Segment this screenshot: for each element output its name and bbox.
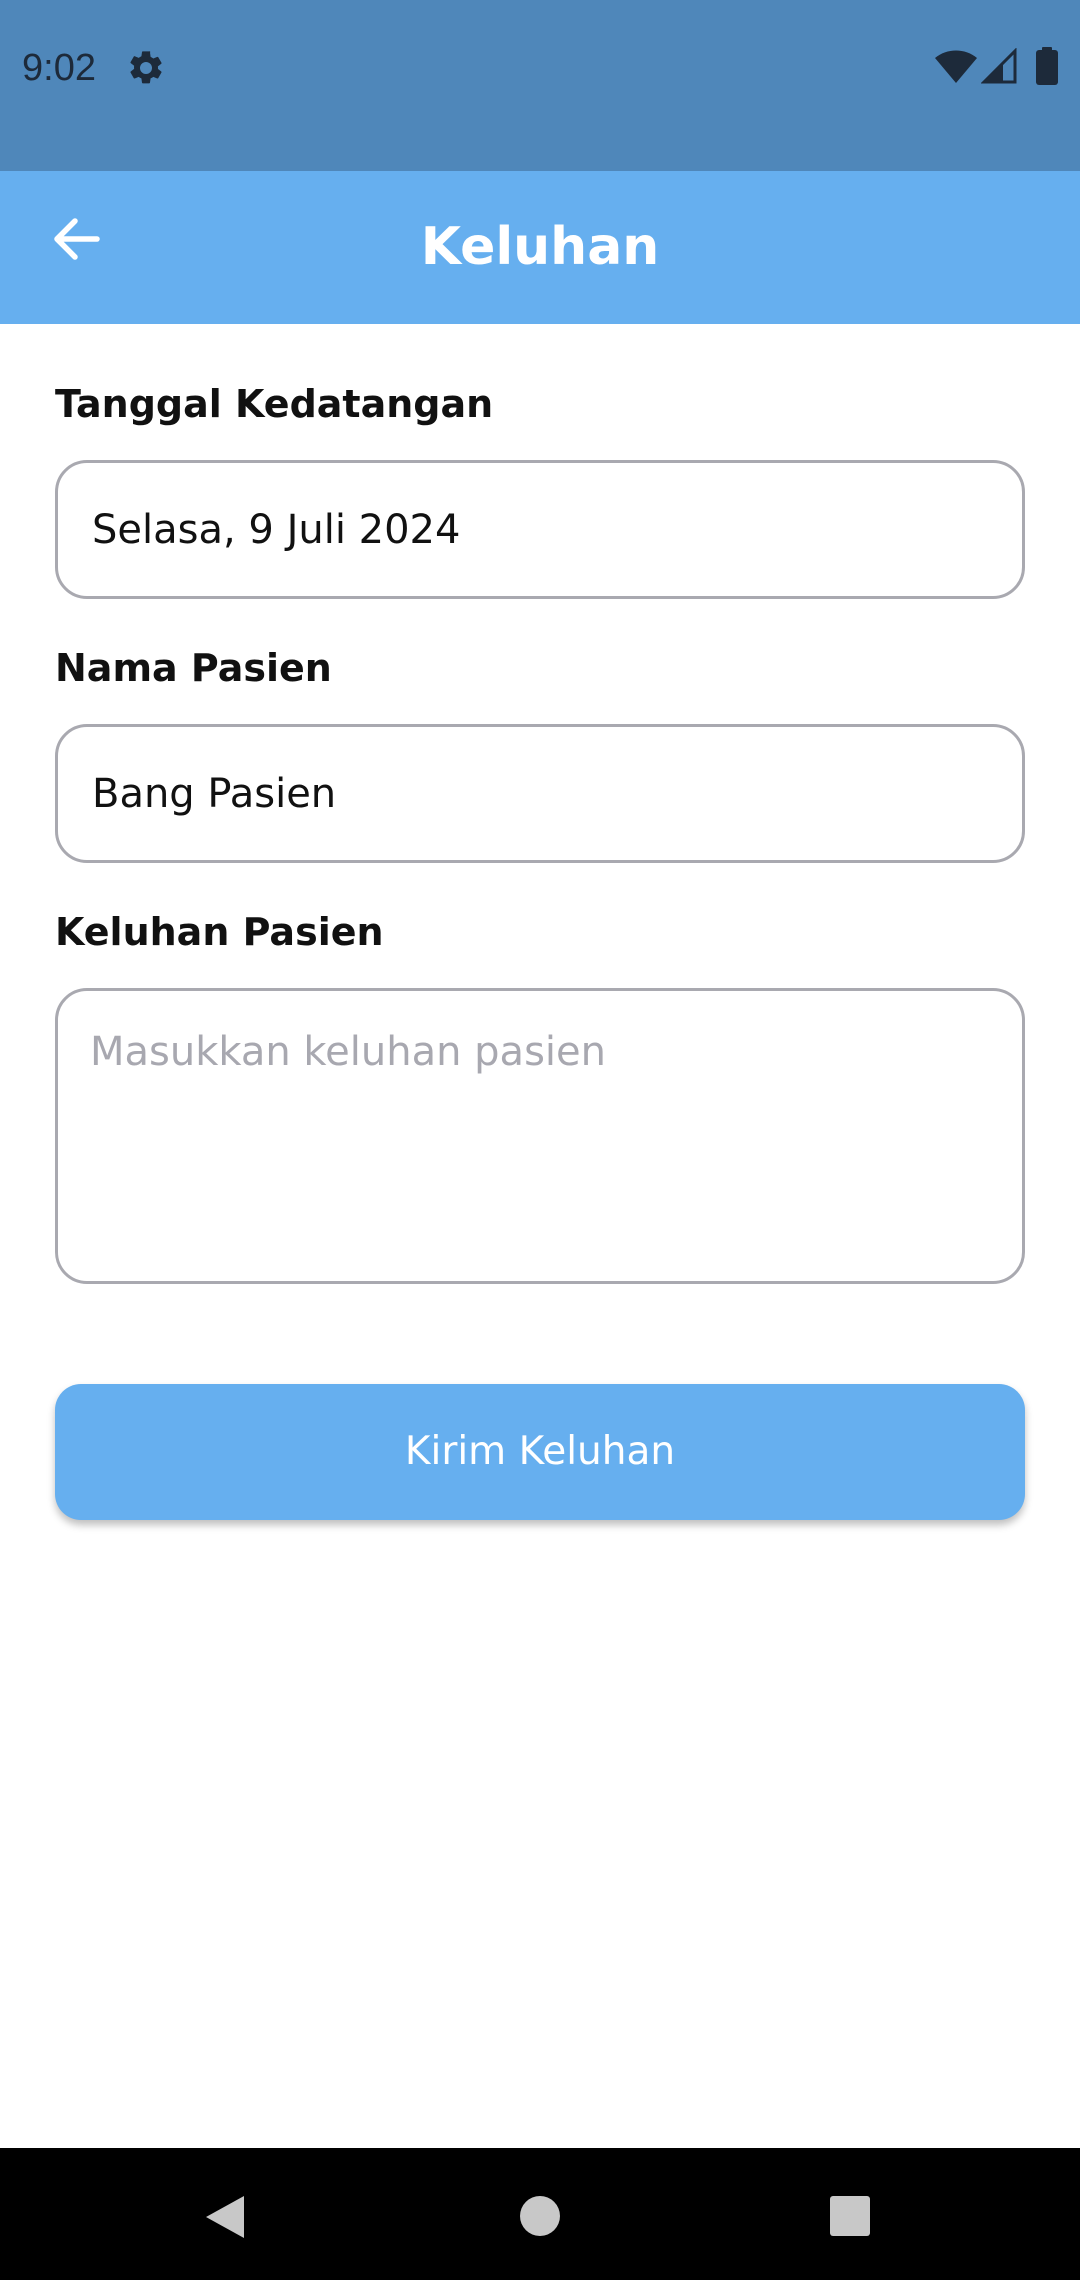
nav-recents-icon[interactable]: [829, 2195, 871, 2237]
back-button[interactable]: [44, 207, 108, 271]
arrival-date-value: Selasa, 9 Juli 2024: [92, 507, 461, 553]
arrow-left-icon: [54, 218, 100, 260]
status-bar: 9:02: [0, 0, 1080, 171]
screen: 9:02 Keluhan Tanggal Kedatangan Selasa, …: [0, 0, 1080, 2280]
status-time: 9:02: [22, 47, 96, 89]
wifi-icon: [935, 50, 977, 83]
complaint-placeholder: Masukkan keluhan pasien: [90, 1029, 606, 1075]
patient-name-field[interactable]: Bang Pasien: [55, 724, 1025, 863]
nav-back-icon[interactable]: [204, 2194, 248, 2240]
gear-icon: [130, 51, 162, 84]
signal-icon: [981, 48, 1017, 84]
page-title: Keluhan: [420, 217, 660, 277]
patient-name-label: Nama Pasien: [55, 646, 332, 690]
complaint-label: Keluhan Pasien: [55, 910, 384, 954]
complaint-textarea[interactable]: Masukkan keluhan pasien: [55, 988, 1025, 1284]
app-bar: Keluhan: [0, 171, 1080, 324]
patient-name-value: Bang Pasien: [92, 771, 337, 817]
nav-home-icon[interactable]: [518, 2194, 562, 2238]
navigation-bar: [0, 2148, 1080, 2280]
arrival-date-label: Tanggal Kedatangan: [55, 382, 494, 426]
battery-icon: [1036, 47, 1058, 85]
submit-complaint-button[interactable]: Kirim Keluhan: [55, 1384, 1025, 1520]
arrival-date-field[interactable]: Selasa, 9 Juli 2024: [55, 460, 1025, 599]
